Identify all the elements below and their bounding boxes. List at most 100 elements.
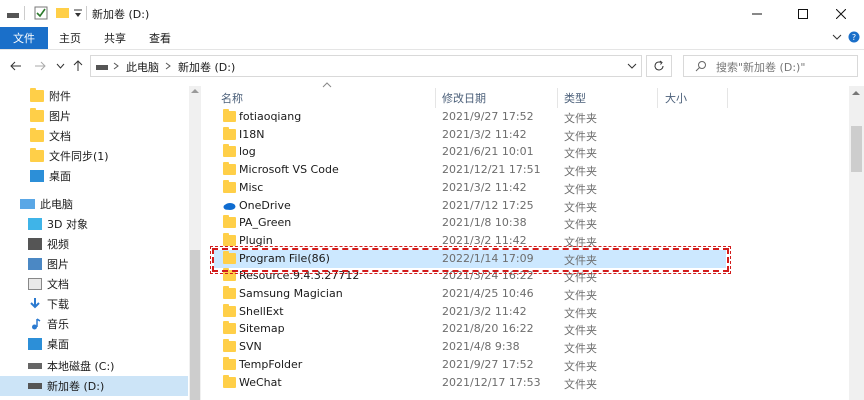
help-icon[interactable]: ?	[848, 31, 860, 43]
file-name: WeChat	[239, 375, 282, 389]
column-header-size[interactable]: 大小	[665, 88, 727, 108]
chevron-right-icon[interactable]	[113, 62, 119, 70]
table-row[interactable]: log 2021/6/21 10:01 文件夹	[214, 143, 726, 161]
folder-icon	[223, 179, 236, 193]
sidebar-item[interactable]: 视频	[0, 234, 188, 254]
file-name: fotiaoqiang	[239, 110, 302, 123]
column-divider[interactable]	[657, 88, 658, 108]
minimize-button[interactable]	[734, 0, 780, 27]
column-header-name[interactable]: 名称	[221, 88, 435, 108]
expand-ribbon-icon[interactable]	[832, 32, 842, 42]
sidebar-item[interactable]: 文档	[0, 274, 188, 294]
table-row[interactable]: Sitemap 2021/8/20 16:22 文件夹	[214, 320, 726, 338]
file-type: 文件夹	[564, 129, 597, 143]
sidebar-item[interactable]: 音乐	[0, 314, 188, 334]
sidebar-item[interactable]: 图片	[0, 254, 188, 274]
refresh-button[interactable]	[646, 55, 672, 77]
table-row[interactable]: Samsung Magician 2021/4/25 10:46 文件夹	[214, 285, 726, 303]
svg-text:?: ?	[852, 33, 856, 42]
file-name: Samsung Magician	[239, 287, 343, 300]
sidebar-item-this-pc[interactable]: 此电脑	[0, 194, 188, 214]
table-row[interactable]: SVN 2021/4/8 9:38 文件夹	[214, 338, 726, 356]
highlight-annotation-frame	[210, 246, 731, 274]
window-title: 新加卷 (D:)	[92, 8, 150, 21]
column-header-date[interactable]: 修改日期	[442, 88, 556, 108]
onedrive-icon	[223, 202, 236, 210]
file-name: Plugin	[239, 233, 273, 247]
file-list-scroll-thumb[interactable]	[851, 126, 862, 172]
tab-file[interactable]: 文件	[0, 27, 48, 49]
column-divider[interactable]	[557, 88, 558, 108]
sidebar-item[interactable]: 图片	[0, 106, 188, 126]
computer-icon	[20, 199, 35, 209]
folder-icon	[223, 162, 236, 176]
folder-icon	[223, 356, 236, 370]
tab-home[interactable]: 主页	[48, 27, 92, 49]
3d-objects-icon	[28, 218, 42, 230]
sidebar-item[interactable]: 本地磁盘 (C:)	[0, 356, 188, 376]
table-row[interactable]: TempFolder 2021/9/27 17:52 文件夹	[214, 356, 726, 374]
file-date: 2021/4/8 9:38	[442, 340, 520, 354]
file-type: 文件夹	[564, 324, 597, 338]
table-row[interactable]: OneDrive 2021/7/12 17:25 文件夹	[214, 197, 726, 215]
file-date: 2021/6/21 10:01	[442, 145, 534, 159]
tab-share[interactable]: 共享	[92, 27, 138, 49]
chevron-right-icon[interactable]	[165, 62, 171, 70]
sidebar-item[interactable]: 下载	[0, 294, 188, 314]
drive-icon	[96, 65, 108, 70]
pictures-icon	[28, 258, 42, 270]
scroll-up-arrow-icon[interactable]	[852, 90, 860, 96]
sidebar-item-selected[interactable]: 新加卷 (D:)	[0, 376, 188, 396]
address-bar[interactable]	[90, 55, 642, 77]
table-row[interactable]: WeChat 2021/12/17 17:53 文件夹	[214, 374, 726, 392]
scroll-up-arrow-icon[interactable]	[191, 88, 199, 94]
table-row[interactable]: Misc 2021/3/2 11:42 文件夹	[214, 179, 726, 197]
table-row[interactable]: fotiaoqiang 2021/9/27 17:52 文件夹	[214, 108, 726, 126]
chevron-down-icon[interactable]	[627, 62, 637, 70]
file-date: 2021/8/20 16:22	[442, 322, 534, 336]
sidebar-item[interactable]: 3D 对象	[0, 214, 188, 234]
desktop-folder-icon	[30, 170, 44, 182]
table-row[interactable]: Microsoft VS Code 2021/12/21 17:51 文件夹	[214, 161, 726, 179]
table-row[interactable]: PA_Green 2021/1/8 10:38 文件夹	[214, 214, 726, 232]
close-button[interactable]	[818, 0, 864, 27]
file-name: I18N	[239, 127, 265, 141]
folder-icon	[30, 128, 44, 142]
sidebar-item[interactable]: 文档	[0, 126, 188, 146]
separator	[86, 6, 87, 20]
column-divider[interactable]	[435, 88, 436, 108]
breadcrumb-drive-d[interactable]: 新加卷 (D:)	[178, 59, 235, 75]
new-folder-icon[interactable]	[56, 5, 69, 21]
sidebar-item[interactable]: 附件	[0, 86, 188, 106]
back-arrow-icon[interactable]	[10, 60, 22, 72]
sidebar-scroll-thumb[interactable]	[190, 250, 200, 400]
recent-locations-icon[interactable]	[56, 62, 65, 70]
folder-icon	[223, 109, 236, 122]
table-row[interactable]: I18N 2021/3/2 11:42 文件夹	[214, 126, 726, 144]
file-date: 2021/3/2 11:42	[442, 127, 527, 141]
breadcrumb-this-pc[interactable]: 此电脑	[126, 59, 159, 75]
download-icon	[30, 298, 40, 309]
file-date: 2021/12/17 17:53	[442, 375, 541, 389]
file-name: Misc	[239, 180, 264, 194]
minimize-icon	[752, 13, 762, 14]
sidebar-item[interactable]: 桌面	[0, 166, 188, 186]
music-icon	[32, 318, 41, 330]
properties-icon[interactable]	[34, 5, 48, 21]
folder-icon	[223, 126, 236, 140]
table-row[interactable]: ShellExt 2021/3/2 11:42 文件夹	[214, 303, 726, 321]
sidebar-item[interactable]: 文件同步(1)	[0, 146, 188, 166]
file-name: Sitemap	[239, 322, 285, 336]
file-name: TempFolder	[239, 357, 303, 371]
tab-view[interactable]: 查看	[138, 27, 182, 49]
file-date: 2021/3/2 11:42	[442, 304, 527, 318]
sidebar-item[interactable]: 桌面	[0, 334, 188, 354]
file-type: 文件夹	[564, 112, 597, 125]
forward-arrow-icon[interactable]	[34, 60, 46, 72]
up-arrow-icon[interactable]	[72, 60, 84, 72]
file-name: Microsoft VS Code	[239, 163, 339, 177]
drive-icon	[7, 13, 19, 18]
customize-toolbar-icon[interactable]	[73, 5, 83, 21]
column-header-type[interactable]: 类型	[564, 88, 656, 108]
column-divider[interactable]	[727, 88, 728, 108]
